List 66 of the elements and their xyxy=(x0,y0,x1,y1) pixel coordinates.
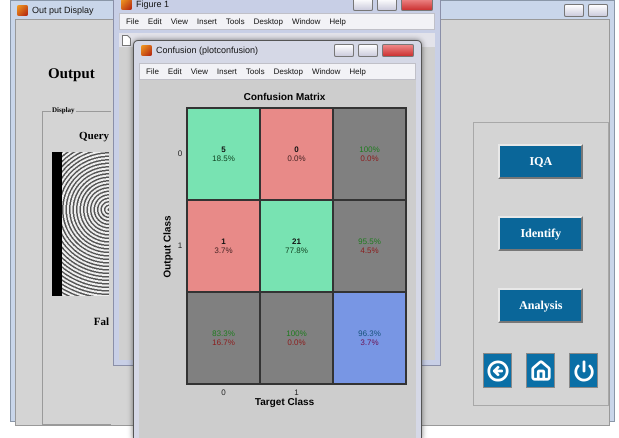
cell-percent: 3.7% xyxy=(360,338,379,347)
minimize-button[interactable] xyxy=(353,0,373,10)
app-icon xyxy=(17,4,28,16)
cell-percent: 16.7% xyxy=(212,338,235,347)
plot-title: Confusion Matrix xyxy=(244,92,326,103)
x-tick-label: 0 xyxy=(220,388,227,397)
menu-item[interactable]: Insert xyxy=(196,17,217,26)
menu-item[interactable]: View xyxy=(170,17,188,26)
cell-count: 0 xyxy=(294,145,299,154)
cell-percent: 0.0% xyxy=(287,154,306,163)
menu-item[interactable]: Help xyxy=(349,67,366,76)
action-button[interactable]: IQA xyxy=(498,144,584,179)
cell-count: 100% xyxy=(286,329,307,338)
action-button[interactable]: Analysis xyxy=(498,288,584,323)
cell-percent: 77.8% xyxy=(285,246,308,255)
cell-count: 83.3% xyxy=(212,329,235,338)
app-icon xyxy=(121,0,132,10)
cell-count: 5 xyxy=(221,145,226,154)
menu-item[interactable]: File xyxy=(146,67,159,76)
app-icon xyxy=(141,44,152,56)
cell-percent: 0.0% xyxy=(360,154,379,163)
cell-count: 95.5% xyxy=(358,237,381,246)
maximize-button[interactable] xyxy=(377,0,397,10)
menu-item[interactable]: Window xyxy=(312,67,340,76)
cell-count: 100% xyxy=(359,145,380,154)
window-title: Confusion (plotconfusion) xyxy=(156,45,258,55)
menu-item[interactable]: View xyxy=(190,67,208,76)
cell-count: 21 xyxy=(292,237,301,246)
menu-item[interactable]: File xyxy=(126,17,139,26)
y-tick-label: 1 xyxy=(176,240,184,252)
cell-percent: 0.0% xyxy=(287,338,306,347)
y-tick-label: 0 xyxy=(176,148,184,160)
x-tick-label: 1 xyxy=(293,388,300,397)
cell-percent: 4.5% xyxy=(360,246,379,255)
window-title: Figure 1 xyxy=(136,0,170,9)
maximize-button[interactable] xyxy=(358,44,378,56)
power-button[interactable] xyxy=(569,353,598,388)
output-heading: Output xyxy=(48,66,95,83)
result-label: Fal xyxy=(94,316,109,328)
close-button[interactable] xyxy=(382,44,414,56)
action-button[interactable]: Identify xyxy=(498,216,584,251)
query-label: Query xyxy=(79,130,109,142)
maximize-button[interactable] xyxy=(588,4,608,16)
minimize-button[interactable] xyxy=(334,44,354,56)
y-axis-label: Output Class xyxy=(162,214,174,278)
menu-item[interactable]: Window xyxy=(292,17,320,26)
cell-percent: 18.5% xyxy=(212,154,235,163)
power-icon xyxy=(572,360,595,382)
menu-item[interactable]: Edit xyxy=(148,17,162,26)
window-title: Out put Display xyxy=(32,5,94,15)
cell-count: 1 xyxy=(221,237,226,246)
menu-item[interactable]: Help xyxy=(329,17,346,26)
menu-item[interactable]: Desktop xyxy=(254,17,283,26)
menu-item[interactable]: Tools xyxy=(226,17,245,26)
home-button[interactable] xyxy=(526,353,556,388)
menu-item[interactable]: Edit xyxy=(168,67,182,76)
back-arrow-button[interactable] xyxy=(483,353,512,388)
new-document-icon[interactable] xyxy=(122,34,131,46)
cell-count: 96.3% xyxy=(358,329,381,338)
menu-item[interactable]: Desktop xyxy=(274,67,303,76)
menu-item[interactable]: Tools xyxy=(246,67,265,76)
home-icon xyxy=(530,360,552,382)
cell-percent: 3.7% xyxy=(214,246,233,255)
x-axis-label: Target Class xyxy=(254,397,314,408)
minimize-button[interactable] xyxy=(564,4,584,16)
menu-item[interactable]: Insert xyxy=(216,67,237,76)
